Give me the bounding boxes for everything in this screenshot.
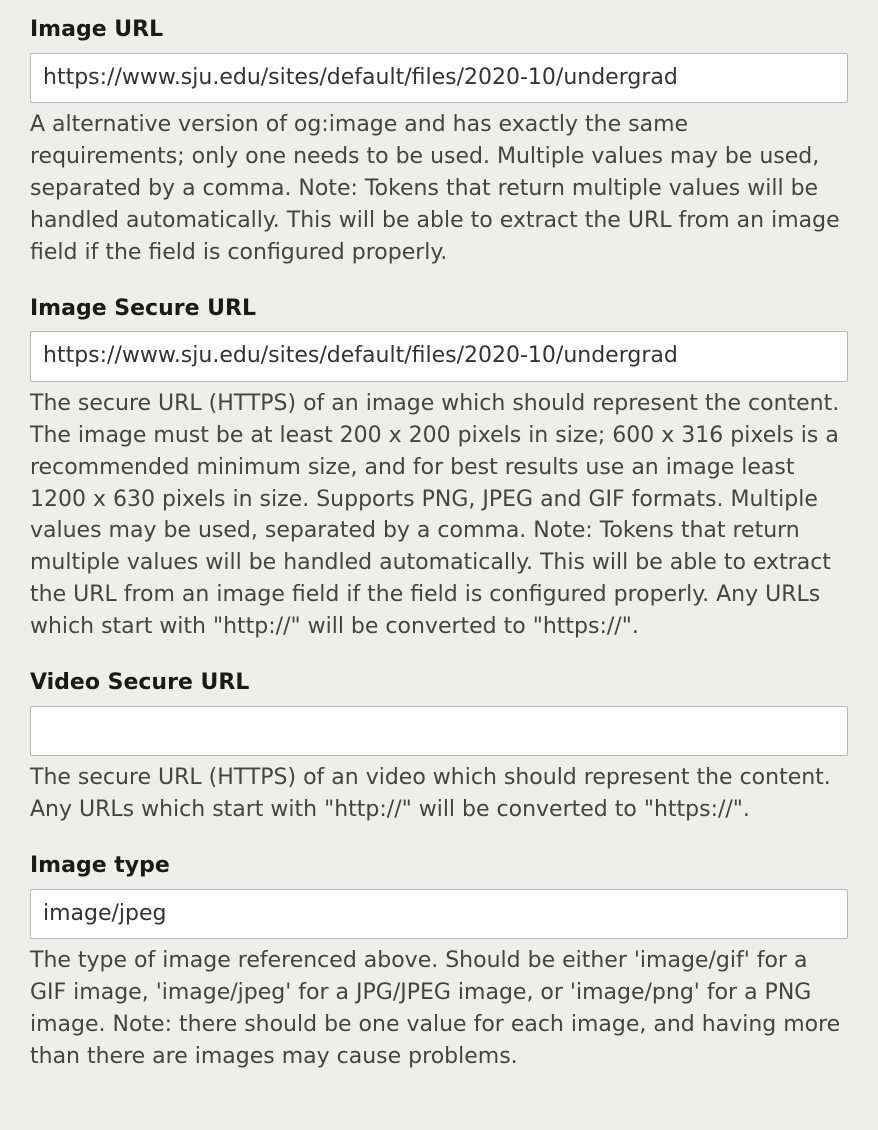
image-type-input[interactable] bbox=[30, 889, 848, 940]
video-secure-url-input[interactable] bbox=[30, 706, 848, 757]
form-group-image-url: Image URL A alternative version of og:im… bbox=[30, 16, 848, 269]
image-secure-url-input[interactable] bbox=[30, 331, 848, 382]
video-secure-url-description: The secure URL (HTTPS) of an video which… bbox=[30, 762, 848, 826]
image-url-label: Image URL bbox=[30, 16, 848, 45]
image-type-label: Image type bbox=[30, 852, 848, 881]
form-group-image-type: Image type The type of image referenced … bbox=[30, 852, 848, 1073]
image-secure-url-label: Image Secure URL bbox=[30, 295, 848, 324]
image-type-description: The type of image referenced above. Shou… bbox=[30, 945, 848, 1073]
image-url-input[interactable] bbox=[30, 53, 848, 104]
form-group-video-secure-url: Video Secure URL The secure URL (HTTPS) … bbox=[30, 669, 848, 826]
image-url-description: A alternative version of og:image and ha… bbox=[30, 109, 848, 268]
image-secure-url-description: The secure URL (HTTPS) of an image which… bbox=[30, 388, 848, 643]
form-group-image-secure-url: Image Secure URL The secure URL (HTTPS) … bbox=[30, 295, 848, 643]
video-secure-url-label: Video Secure URL bbox=[30, 669, 848, 698]
